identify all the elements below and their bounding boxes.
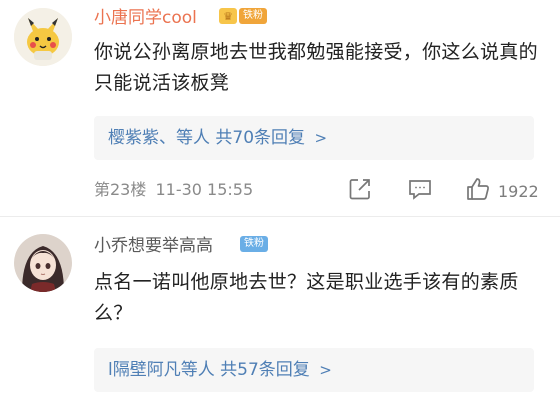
comment-item: 小乔想要举高高 铁粉 点名一诺叫他原地去世？这是职业选手该有的素质么？ l隔壁阿… xyxy=(0,0,560,392)
floor-number: 第23楼 xyxy=(94,180,147,199)
reply-names: l隔壁阿凡等人 xyxy=(108,360,215,380)
replies-link[interactable]: l隔壁阿凡等人 共57条回复 > xyxy=(94,348,534,392)
fan-badge: 铁粉 xyxy=(240,236,268,252)
avatar[interactable] xyxy=(14,234,72,292)
username[interactable]: 小乔想要举高高 xyxy=(94,235,213,257)
fan-badge-group: 铁粉 xyxy=(240,236,268,252)
like-count: 1922 xyxy=(498,182,539,201)
timestamp: 11-30 15:55 xyxy=(155,180,254,199)
divider xyxy=(0,216,560,217)
reply-count: 共57条回复 xyxy=(220,360,310,380)
comment-meta: 第23楼 11-30 15:55 xyxy=(94,179,253,201)
comment-text: 点名一诺叫他原地去世？这是职业选手该有的素质么？ xyxy=(94,271,519,324)
chevron-right-icon: > xyxy=(319,361,332,379)
